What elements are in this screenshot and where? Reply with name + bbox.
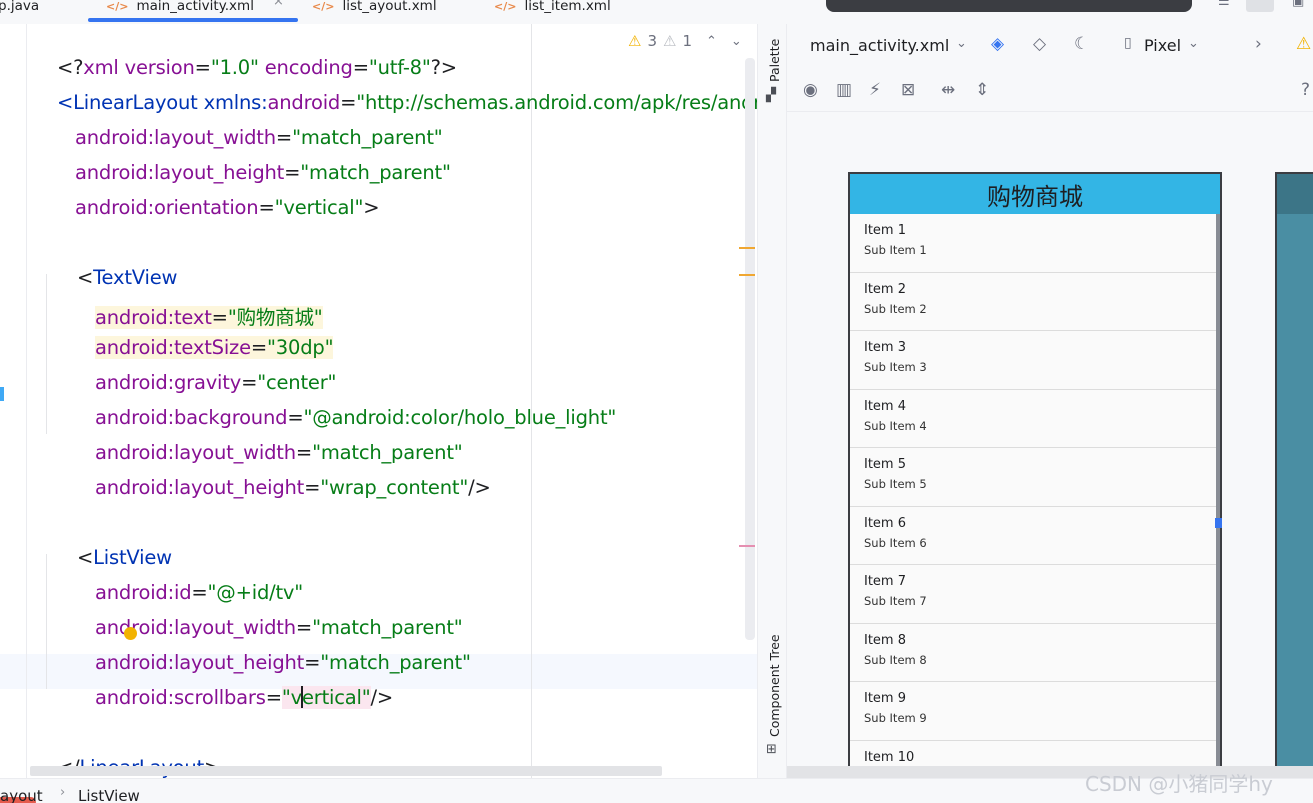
layers-icon[interactable]: ◈ [991,34,1004,54]
device-icon[interactable]: ▯ [1124,35,1132,51]
list-item-subtitle: Sub Item 9 [864,711,927,725]
palette-icon[interactable]: ▞ [766,88,776,103]
tab-java-file[interactable]: p.java [0,0,39,21]
component-tree-icon[interactable]: ⊞ [766,742,777,757]
list-item[interactable]: Item 4 Sub Item 4 [850,390,1216,448]
list-item-title: Item 7 [864,574,906,589]
xml-file-icon: </> [312,0,335,13]
tab-list-item-xml[interactable]: </> list_item.xml [494,0,611,21]
list-item-subtitle: Sub Item 8 [864,652,927,667]
list-item-title: Item 8 [864,632,906,648]
warning-icon[interactable]: ⚠ [1296,34,1311,54]
list-item[interactable]: Item 7 Sub Item 7 [850,565,1216,624]
list-item[interactable]: Item 3 Sub Item 3 [850,331,1216,390]
editor-vertical-scrollbar[interactable] [745,58,755,640]
breadcrumb-item-listview[interactable]: ListView [78,787,140,803]
list-item-title: Item 4 [864,398,906,414]
breadcrumb-item-layout[interactable]: ayout [0,787,43,803]
close-tab-icon[interactable]: × [273,0,284,9]
list-item-subtitle: Sub Item 5 [864,477,927,491]
code-editor[interactable]: ⚠ 3 ⚠ 1 ⌃ ⌄ <?xml version="1.0" encoding… [0,24,757,778]
list-item-title: Item 10 [864,749,915,765]
device-selector[interactable]: Pixel [1144,36,1181,55]
xml-file-icon: </> [106,0,129,13]
code-line-19: android:scrollbars="vertical"/> [95,686,394,709]
preview-title-textview[interactable]: 购物商城 [850,174,1220,214]
lightbulb-icon[interactable] [124,627,137,640]
list-item-title: Item 3 [864,340,906,355]
design-toolbar: main_activity.xml ⌄ ◈ ◇ ☾ ▯ Pixel ⌄ › ⚠ [787,24,1313,68]
list-item[interactable]: Item 6 Sub Item 6 [850,507,1216,565]
list-item-subtitle: Sub Item 6 [864,535,927,550]
chevron-right-icon[interactable]: › [1255,34,1262,54]
file-selector[interactable]: main_activity.xml [810,36,949,55]
warning-stripe-marker[interactable] [739,274,755,276]
list-item-subtitle: Sub Item 3 [864,360,927,374]
expand-vertical-icon[interactable]: ⇕ [975,80,989,100]
image-view-icon[interactable]: ▣ [1292,0,1304,9]
code-line-13: android:layout_height="wrap_content"/> [95,476,491,499]
list-item[interactable]: Item 9 Sub Item 9 [850,682,1216,741]
layout-design-pane: main_activity.xml ⌄ ◈ ◇ ☾ ▯ Pixel ⌄ › ⚠ … [787,24,1313,778]
list-item-subtitle: Sub Item 2 [864,301,927,316]
editor-horizontal-scrollbar[interactable] [30,766,662,776]
list-item-subtitle: Sub Item 4 [864,418,927,433]
chevron-up-icon[interactable]: ⌃ [706,34,717,49]
layout-toggle-icon[interactable] [1246,0,1274,12]
blueprint-preview[interactable] [1275,172,1313,778]
list-item-title: Item 1 [864,223,906,238]
editor-tab-bar: p.java </> main_activity.xml × </> list_… [0,0,1313,24]
magic-icon[interactable]: ⚡ [869,80,881,100]
indent-guide [46,554,47,689]
watermark: CSDN @小猪同学hy [1085,772,1273,796]
component-tree-tab[interactable]: Component Tree [767,634,782,737]
warning-icon: ⚠ [628,32,642,50]
code-line-5: android:orientation="vertical"> [75,196,380,219]
blueprint-title-bar [1277,174,1313,214]
chevron-down-icon[interactable]: ⌄ [1188,36,1199,51]
change-marker [0,387,4,401]
eye-icon[interactable]: ◉ [803,80,818,100]
preview-scrollbar [1216,214,1220,778]
weak-warning-icon: ⚠ [663,32,677,50]
palette-tab[interactable]: Palette [767,39,782,82]
design-toolbar-secondary: ◉ ▥ ⚡ ⊠ ⇹ ⇕ ? [787,68,1313,112]
list-item-title: Item 5 [864,457,906,472]
active-tab-indicator [88,18,298,22]
indent-guide [46,274,47,434]
list-item[interactable]: Item 1 Sub Item 1 [850,214,1216,273]
chevron-right-icon: › [60,785,66,800]
error-icon[interactable]: ⊠ [901,80,915,100]
typo-stripe-marker[interactable] [739,545,755,547]
list-item-title: Item 2 [864,281,906,297]
list-item-title: Item 9 [864,691,906,706]
list-item-subtitle: Sub Item 7 [864,594,927,608]
tab-list-layout-xml[interactable]: </> list_ayout.xml [312,0,437,21]
warning-stripe-marker[interactable] [739,247,755,249]
rotate-icon[interactable]: ◇ [1033,34,1046,54]
chevron-down-icon[interactable]: ⌄ [956,36,967,51]
floating-toolbar [826,0,1192,12]
list-item[interactable]: Item 5 Sub Item 5 [850,448,1216,507]
inspection-widget[interactable]: ⚠ 3 ⚠ 1 ⌃ ⌄ [628,32,742,50]
design-side-strip: Palette ▞ Component Tree ⊞ [757,24,787,778]
grid-icon[interactable]: ▥ [836,80,852,100]
list-item[interactable]: Item 8 Sub Item 8 [850,624,1216,682]
list-item[interactable]: Item 2 Sub Item 2 [850,273,1216,331]
list-item-subtitle: Sub Item 1 [864,243,927,257]
chevron-down-icon[interactable]: ⌄ [731,34,742,49]
resize-handle[interactable] [1215,518,1222,528]
list-item-title: Item 6 [864,515,906,531]
xml-file-icon: </> [494,0,517,13]
expand-horizontal-icon[interactable]: ⇹ [941,80,955,100]
night-mode-icon[interactable]: ☾ [1074,34,1089,54]
menu-icon[interactable]: ☰ [1218,0,1230,9]
phone-preview[interactable]: 购物商城 Item 1 Sub Item 1 Item 2 Sub Item 2 Ite… [848,172,1222,778]
design-canvas[interactable]: 购物商城 Item 1 Sub Item 1 Item 2 Sub Item 2 Ite… [787,112,1313,778]
help-icon[interactable]: ? [1301,80,1310,100]
gutter-divider [26,24,27,778]
